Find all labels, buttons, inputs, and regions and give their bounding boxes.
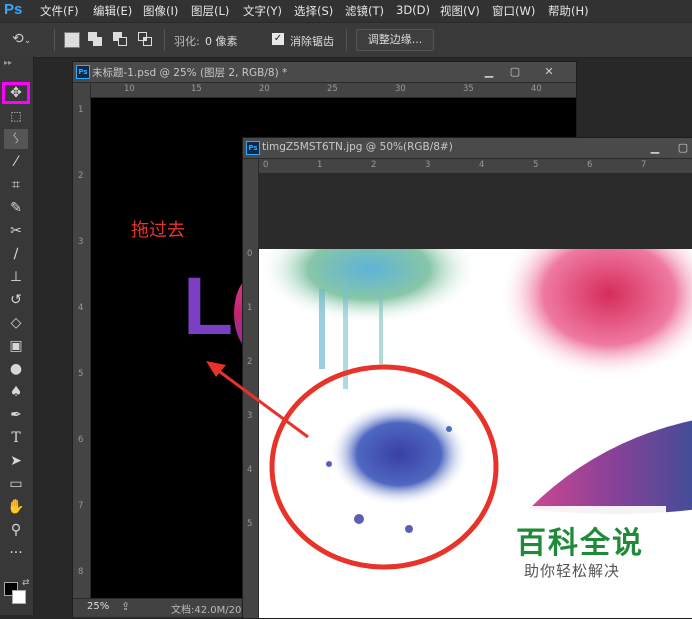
purple-splash [329, 402, 469, 506]
new-selection-button[interactable] [64, 32, 80, 48]
vertical-ruler: 1 2 3 4 5 6 7 8 [73, 83, 91, 598]
photoshop-logo: Ps [4, 1, 23, 18]
feather-input[interactable]: 0 像素 [205, 33, 238, 49]
document-1-title: 未标题-1.psd @ 25% (图层 2, RGB/8) * [92, 67, 288, 79]
minimize-button-2[interactable]: ▁ [645, 140, 665, 155]
menu-filter[interactable]: 滤镜(T) [345, 3, 384, 19]
subtract-selection-button[interactable] [113, 32, 129, 48]
watermark-title: 百科全说 [516, 526, 644, 561]
chevron-down-icon: ⌄ [23, 36, 32, 46]
menu-window[interactable]: 窗口(W) [492, 3, 535, 19]
zoom-level[interactable]: 25% [87, 601, 109, 612]
pen-tool-icon[interactable]: ✒ [4, 405, 28, 425]
document-2-titlebar[interactable]: Ps timgZ5MST6TN.jpg @ 50%(RGB/8#) ▁ ▢ [243, 138, 692, 159]
watermark-box: 百科全说 助你轻松解决 [506, 506, 666, 586]
document-size-info: 文档:42.0M/20 [171, 605, 242, 616]
eyedropper-tool-icon[interactable]: ✎ [4, 198, 28, 218]
background-color-swatch[interactable] [12, 590, 26, 604]
antialias-label: 消除锯齿 [290, 35, 334, 48]
tools-panel: ▸▸ ✥ ⬚ ᛊ ⁄ ⌗ ✎ ✂ ∕ ⊥ ↺ ◇ ▣ ● ♠ ✒ T ➤ ▭ ✋… [0, 56, 34, 615]
horizontal-ruler-2: 0 1 2 3 4 5 6 7 8 [259, 159, 692, 174]
healing-tool-icon[interactable]: ✂ [4, 221, 28, 241]
history-brush-tool-icon[interactable]: ↺ [4, 290, 28, 310]
menu-type[interactable]: 文字(Y) [243, 3, 282, 19]
menu-edit[interactable]: 编辑(E) [93, 3, 132, 19]
menu-3d[interactable]: 3D(D) [396, 3, 430, 17]
hand-tool-icon[interactable]: ✋ [4, 497, 28, 517]
tool-preset-picker[interactable]: ⟲⌄ [12, 29, 46, 49]
zoom-tool-icon[interactable]: ⚲ [4, 520, 28, 540]
feather-label: 羽化: [174, 35, 200, 48]
crop-tool-icon[interactable]: ⌗ [4, 175, 28, 195]
collapse-panel-icon[interactable]: ▸▸ [4, 58, 12, 67]
pasteboard [259, 174, 692, 249]
share-icon[interactable]: ⇪ [121, 600, 130, 613]
marquee-tool-icon[interactable]: ⬚ [4, 106, 28, 126]
gradient-tool-icon[interactable]: ▣ [4, 336, 28, 356]
brush-tool-icon[interactable]: ∕ [4, 244, 28, 264]
canvas-letter-l: L [183, 261, 234, 352]
minimize-button[interactable]: ▁ [479, 64, 499, 79]
intersect-selection-button[interactable] [138, 32, 154, 48]
menu-image[interactable]: 图像(I) [143, 3, 178, 19]
document-2-title: timgZ5MST6TN.jpg @ 50%(RGB/8#) [262, 141, 453, 153]
pink-splash [499, 249, 692, 379]
blur-tool-icon[interactable]: ● [4, 359, 28, 379]
menu-file[interactable]: 文件(F) [40, 3, 79, 19]
maximize-button-2[interactable]: ▢ [673, 140, 692, 155]
refine-edge-button[interactable]: 调整边缘... [356, 29, 434, 51]
swap-colors-icon[interactable]: ⇄ [22, 578, 30, 588]
eraser-tool-icon[interactable]: ◇ [4, 313, 28, 333]
lasso-tool-icon[interactable]: ᛊ [4, 129, 28, 149]
more-tools-icon[interactable]: ··· [4, 543, 28, 563]
menu-bar: Ps 文件(F) 编辑(E) 图像(I) 图层(L) 文字(Y) 选择(S) 滤… [0, 0, 692, 22]
menu-select[interactable]: 选择(S) [294, 3, 333, 19]
shape-tool-icon[interactable]: ▭ [4, 474, 28, 494]
options-bar: ⟲⌄ 羽化: 0 像素 ✓ 消除锯齿 调整边缘... [0, 22, 692, 58]
menu-view[interactable]: 视图(V) [440, 3, 480, 19]
lasso-preset-icon: ⟲ [12, 31, 24, 47]
blue-splash [259, 249, 479, 324]
path-select-tool-icon[interactable]: ➤ [4, 451, 28, 471]
close-button[interactable]: ✕ [539, 64, 559, 79]
watermark-subtitle: 助你轻松解决 [524, 562, 621, 580]
document-1-titlebar[interactable]: Ps 未标题-1.psd @ 25% (图层 2, RGB/8) * ▁ ▢ ✕ [73, 62, 576, 83]
drag-annotation: 拖过去 [131, 220, 185, 241]
add-selection-button[interactable] [88, 32, 104, 48]
menu-help[interactable]: 帮助(H) [548, 3, 589, 19]
type-tool-icon[interactable]: T [4, 428, 28, 448]
ps-file-icon: Ps [246, 141, 260, 155]
move-tool-icon[interactable]: ✥ [4, 83, 28, 103]
ps-file-icon: Ps [76, 65, 90, 79]
magic-wand-tool-icon[interactable]: ⁄ [4, 152, 28, 172]
maximize-button[interactable]: ▢ [505, 64, 525, 79]
red-arrow-annotation [206, 361, 309, 439]
horizontal-ruler: 10 15 20 25 30 35 40 [91, 83, 576, 98]
antialias-checkbox[interactable]: ✓ [272, 33, 284, 45]
dodge-tool-icon[interactable]: ♠ [4, 382, 28, 402]
stamp-tool-icon[interactable]: ⊥ [4, 267, 28, 287]
magenta-stroke [529, 420, 692, 514]
menu-layer[interactable]: 图层(L) [191, 3, 229, 19]
